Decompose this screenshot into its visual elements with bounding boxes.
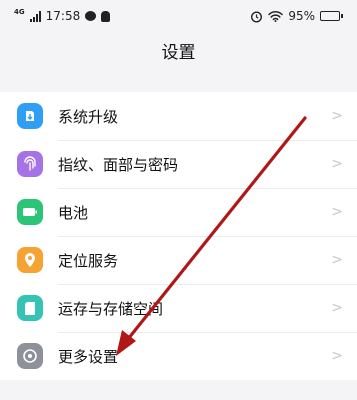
battery-status-icon <box>320 11 343 21</box>
page-title: 设置 <box>161 43 196 63</box>
setting-label: 定位服务 <box>58 251 119 270</box>
chevron-right-icon: > <box>331 252 343 268</box>
signal-icon <box>29 10 41 22</box>
battery-icon <box>17 199 43 225</box>
notification-icon <box>101 10 111 22</box>
chevron-right-icon: > <box>331 300 343 316</box>
setting-label: 更多设置 <box>58 347 119 366</box>
setting-storage[interactable]: 运存与存储空间 > <box>0 284 357 332</box>
status-time: 17:58 <box>45 9 81 23</box>
chevron-right-icon: > <box>331 204 343 220</box>
chat-notification-icon <box>85 11 97 21</box>
status-left: 4G 17:58 <box>14 8 111 23</box>
setting-label: 系统升级 <box>58 107 119 126</box>
location-icon <box>17 247 43 273</box>
status-right: 95% <box>250 9 343 23</box>
fingerprint-face-icon <box>17 151 43 177</box>
alarm-icon <box>251 10 263 23</box>
storage-icon <box>17 295 43 321</box>
setting-label: 电池 <box>58 203 89 222</box>
status-bar: 4G 17:58 95% <box>0 0 357 32</box>
setting-fingerprint-face-password[interactable]: 指纹、面部与密码 > <box>0 140 357 188</box>
more-settings-icon <box>17 343 43 369</box>
setting-system-update[interactable]: 系统升级 > <box>0 92 357 140</box>
setting-label: 运存与存储空间 <box>58 299 164 318</box>
bottom-spacer <box>0 380 357 400</box>
settings-list: 系统升级 > 指纹、面部与密码 > 电池 > 定位服务 > 运存与存储空间 > … <box>0 92 357 380</box>
chevron-right-icon: > <box>331 108 343 124</box>
setting-battery[interactable]: 电池 > <box>0 188 357 236</box>
network-type: 4G <box>14 8 25 16</box>
battery-percent: 95% <box>288 9 315 23</box>
setting-more-settings[interactable]: 更多设置 > <box>0 332 357 380</box>
setting-label: 指纹、面部与密码 <box>58 155 179 174</box>
chevron-right-icon: > <box>331 348 343 364</box>
wifi-icon <box>268 10 284 22</box>
setting-location[interactable]: 定位服务 > <box>0 236 357 284</box>
system-update-icon <box>17 103 43 129</box>
chevron-right-icon: > <box>331 156 343 172</box>
